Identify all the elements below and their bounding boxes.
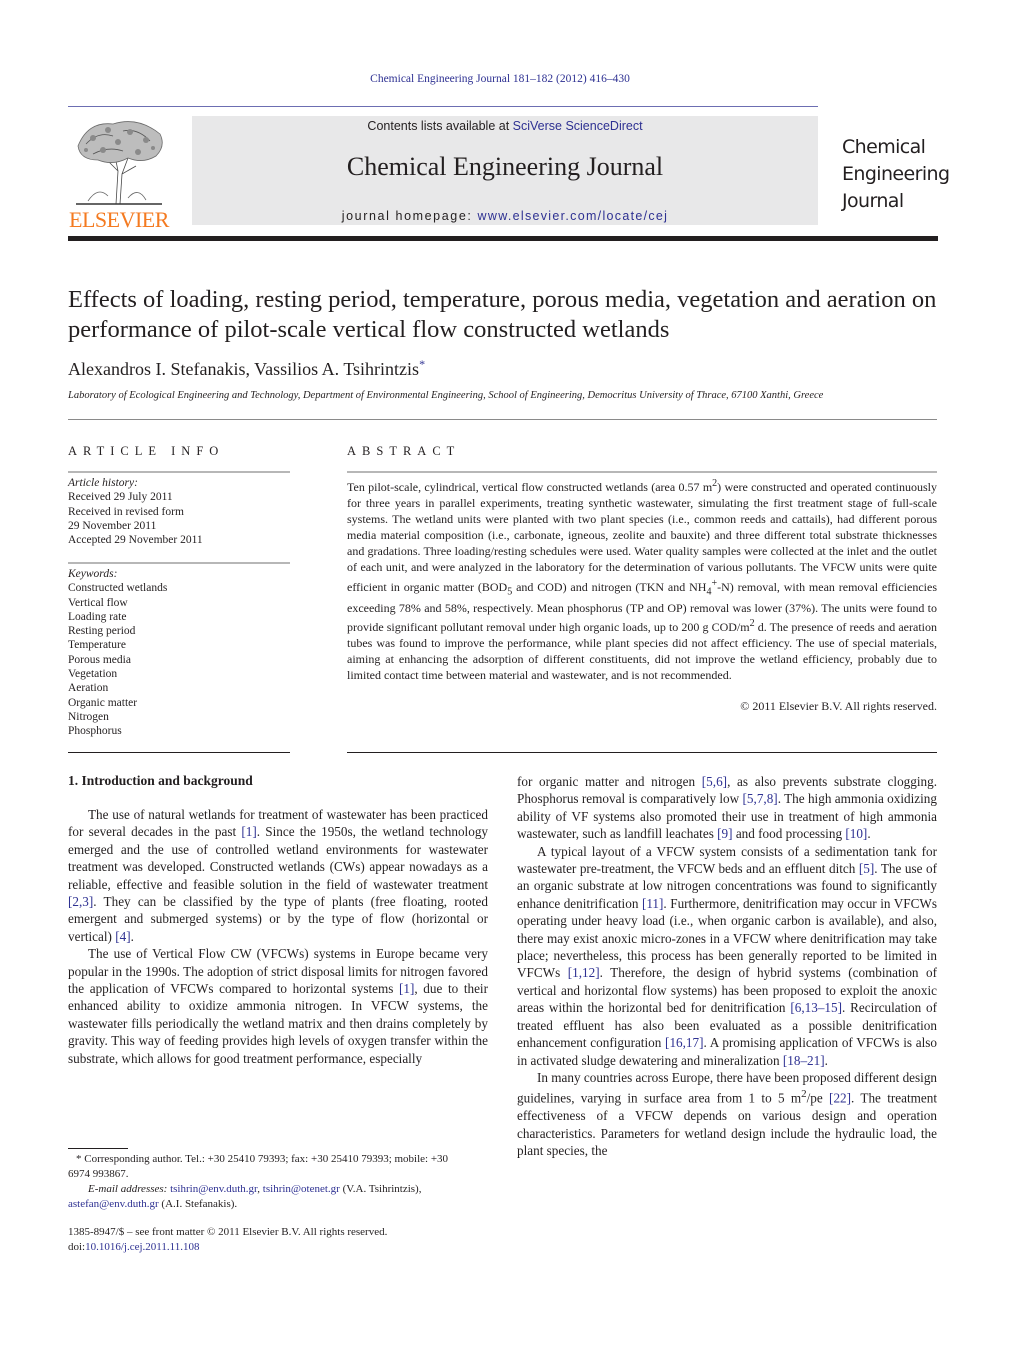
citation-link[interactable]: [10]	[845, 826, 867, 841]
elsevier-logo[interactable]: ELSEVIER	[68, 116, 170, 232]
paragraph: A typical layout of a VFCW system consis…	[517, 843, 937, 1069]
cover-title-line: Chemical	[842, 136, 926, 158]
contents-prefix: Contents lists available at	[367, 119, 513, 133]
citation-link[interactable]: [1]	[241, 824, 256, 839]
contents-line: Contents lists available at SciVerse Sci…	[192, 119, 818, 133]
email-owner: (V.A. Tsihrintzis),	[339, 1183, 422, 1195]
keywords-label: Keywords:	[68, 568, 118, 580]
keyword: Phosphorus	[68, 725, 122, 738]
body-left-column: The use of natural wetlands for treatmen…	[68, 806, 488, 1067]
keywords-list: Keywords: Constructed wetlands Vertical …	[68, 567, 290, 739]
header-thick-rule	[68, 236, 938, 241]
abstract-rule	[347, 471, 937, 473]
homepage-line: journal homepage: www.elsevier.com/locat…	[192, 209, 818, 223]
author-names: Alexandros I. Stefanakis, Vassilios A. T…	[68, 359, 420, 379]
corresponding-author-mark[interactable]: *	[419, 357, 425, 371]
keyword: Nitrogen	[68, 710, 109, 723]
email-link[interactable]: tsihrin@env.duth.gr	[170, 1183, 257, 1195]
email-owner: (A.I. Stefanakis).	[158, 1198, 238, 1210]
citation-link[interactable]: [1,12]	[568, 965, 600, 980]
article-history: Article history: Received 29 July 2011 R…	[68, 476, 290, 547]
homepage-link[interactable]: www.elsevier.com/locate/cej	[478, 209, 669, 223]
text: .	[130, 928, 134, 944]
citation-link[interactable]: [5]	[859, 861, 874, 876]
text: /pe	[806, 1090, 830, 1106]
citation-link[interactable]: [22]	[829, 1091, 851, 1106]
keyword: Loading rate	[68, 610, 127, 623]
citation-link[interactable]: [2,3]	[68, 894, 93, 909]
paragraph: The use of Vertical Flow CW (VFCWs) syst…	[68, 945, 488, 1067]
keyword: Porous media	[68, 653, 131, 666]
authors: Alexandros I. Stefanakis, Vassilios A. T…	[68, 357, 425, 380]
keyword: Aeration	[68, 682, 109, 695]
abstract-text: ) were constructed and operated continuo…	[347, 480, 937, 594]
cover-title-line: Journal	[842, 190, 904, 212]
citation-link[interactable]: [18–21]	[783, 1053, 825, 1068]
paragraph: The use of natural wetlands for treatmen…	[68, 806, 488, 945]
elsevier-tree-icon	[76, 121, 163, 205]
abstract-bottom-rule	[347, 752, 937, 753]
article-info-heading: ARTICLE INFO	[68, 444, 225, 458]
text: and food processing	[732, 826, 846, 842]
keyword: Resting period	[68, 625, 136, 638]
article-info-rule	[68, 471, 290, 473]
doi-link[interactable]: 10.1016/j.cej.2011.11.108	[85, 1241, 199, 1253]
abstract-body: Ten pilot-scale, cylindrical, vertical f…	[347, 476, 937, 684]
doi-line: doi:10.1016/j.cej.2011.11.108	[68, 1240, 488, 1255]
text: .	[824, 1052, 828, 1068]
citation-link[interactable]: [11]	[642, 896, 663, 911]
abstract-text: Ten pilot-scale, cylindrical, vertical f…	[347, 480, 713, 494]
footnote-corresponding: * Corresponding author. Tel.: +30 25410 …	[68, 1152, 468, 1212]
elsevier-wordmark: ELSEVIER	[69, 207, 169, 232]
corresponding-author-note: * Corresponding author. Tel.: +30 25410 …	[68, 1153, 449, 1180]
affiliation: Laboratory of Ecological Engineering and…	[68, 390, 824, 401]
citation-link[interactable]: [6,13–15]	[790, 1000, 842, 1015]
text: .	[867, 826, 871, 842]
sciencedirect-link[interactable]: SciVerse ScienceDirect	[513, 119, 643, 133]
abstract-heading: ABSTRACT	[347, 444, 461, 458]
journal-banner: Contents lists available at SciVerse Sci…	[192, 116, 818, 225]
history-item: Received 29 July 2011	[68, 491, 173, 504]
homepage-prefix: journal homepage:	[341, 209, 478, 223]
cover-title-line: Engineering	[842, 163, 950, 185]
journal-cover-title[interactable]: Chemical Engineering Journal	[842, 134, 950, 215]
history-item: Received in revised form	[68, 505, 184, 518]
section-heading-introduction: 1. Introduction and background	[68, 773, 253, 788]
keyword: Organic matter	[68, 696, 138, 709]
keyword: Vertical flow	[68, 596, 128, 609]
citation-link[interactable]: [5,7,8]	[743, 791, 778, 806]
front-matter: 1385-8947/$ – see front matter © 2011 El…	[68, 1225, 488, 1255]
keyword: Constructed wetlands	[68, 582, 168, 595]
affiliation-rule	[68, 419, 937, 420]
article-info-bottom-rule	[68, 752, 290, 753]
article-title: Effects of loading, resting period, temp…	[68, 286, 937, 343]
history-item: 29 November 2011	[68, 519, 157, 532]
email-note: E-mail addresses: tsihrin@env.duth.gr, t…	[68, 1182, 468, 1212]
journal-name: Chemical Engineering Journal	[346, 152, 664, 181]
citation-link[interactable]: [4]	[115, 929, 130, 944]
abstract-text: and COD) and nitrogen (TKN and NH	[512, 579, 707, 594]
keyword: Vegetation	[68, 668, 118, 681]
paragraph: for organic matter and nitrogen [5,6], a…	[517, 773, 937, 843]
citation-link[interactable]: [9]	[717, 826, 732, 841]
header-rule	[68, 106, 818, 107]
footnote-rule	[68, 1148, 128, 1149]
citation-link[interactable]: [5,6]	[702, 774, 727, 789]
history-label: Article history:	[68, 477, 138, 489]
paragraph: In many countries across Europe, there h…	[517, 1069, 937, 1159]
doi-label: doi:	[68, 1241, 86, 1253]
journal-citation[interactable]: Chemical Engineering Journal 181–182 (20…	[0, 73, 1000, 85]
front-matter-line: 1385-8947/$ – see front matter © 2011 El…	[68, 1226, 388, 1238]
citation-link[interactable]: [16,17]	[665, 1035, 703, 1050]
text: for organic matter and nitrogen	[517, 774, 702, 789]
citation-link[interactable]: [1]	[399, 981, 414, 996]
email-label: E-mail addresses:	[88, 1183, 171, 1195]
history-item: Accepted 29 November 2011	[68, 534, 203, 547]
body-right-column: for organic matter and nitrogen [5,6], a…	[517, 773, 937, 1159]
keyword: Temperature	[68, 639, 126, 652]
email-link[interactable]: astefan@env.duth.gr	[68, 1198, 159, 1210]
abstract-copyright: © 2011 Elsevier B.V. All rights reserved…	[740, 699, 937, 713]
email-link[interactable]: tsihrin@otenet.gr	[263, 1183, 340, 1195]
keywords-rule	[68, 562, 290, 564]
